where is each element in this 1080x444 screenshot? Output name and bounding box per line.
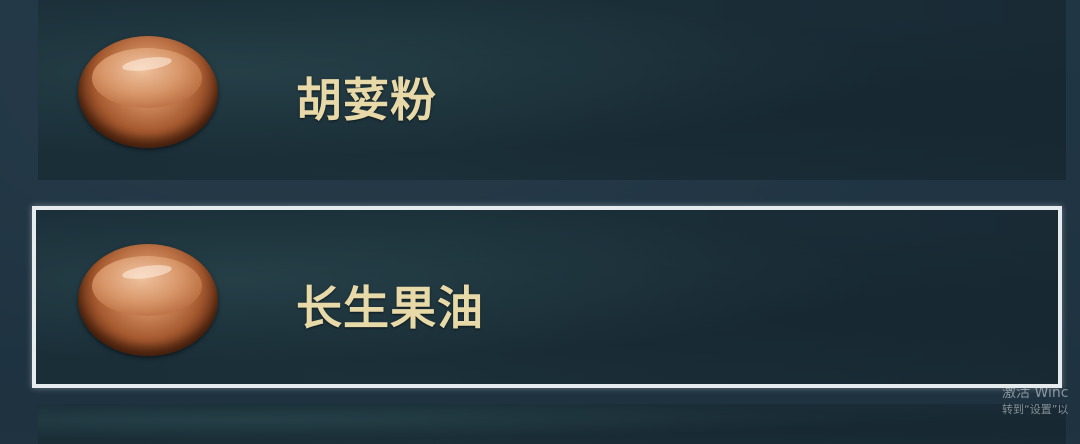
sauce-bowl-icon: [78, 244, 218, 356]
watermark-line-1: 激活 Winc: [1002, 385, 1069, 401]
ingredient-list-panel: 胡荽粉 长生果油 激活 Winc 转到“设置”以: [0, 0, 1080, 444]
os-activation-watermark: 激活 Winc 转到“设置”以: [1002, 384, 1080, 418]
ingredient-label: 长生果油: [296, 281, 484, 335]
ingredient-item-partial[interactable]: [38, 404, 1066, 444]
sauce-bowl-icon: [78, 36, 218, 148]
watermark-line-2: 转到“设置”以: [1002, 403, 1069, 416]
ingredient-label: 胡荽粉: [296, 73, 437, 127]
